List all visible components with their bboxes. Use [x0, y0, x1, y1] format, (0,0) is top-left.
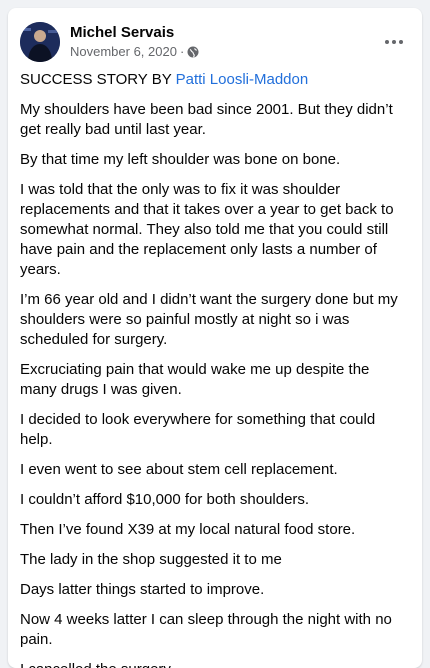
post-paragraph: I cancelled the surgery.: [20, 660, 410, 668]
post-paragraph: By that time my left shoulder was bone o…: [20, 151, 341, 168]
post-date[interactable]: November 6, 2020: [70, 44, 177, 59]
post-paragraph: I even went to see about stem cell repla…: [20, 461, 338, 478]
post-headline: SUCCESS STORY BY Patti Loosli-Maddon: [20, 70, 410, 90]
post-paragraph: I decided to look everywhere for somethi…: [20, 411, 376, 448]
mention-link[interactable]: Patti Loosli-Maddon: [176, 71, 309, 88]
avatar[interactable]: [20, 22, 60, 62]
globe-icon: [187, 46, 199, 58]
post-paragraph: I couldn’t afford $10,000 for both shoul…: [20, 491, 310, 508]
post-header: Michel Servais November 6, 2020 ·: [20, 20, 410, 64]
post-paragraph: The lady in the shop suggested it to me: [20, 551, 282, 568]
meta-separator: ·: [179, 44, 185, 59]
post-paragraph: Days latter things started to improve.: [20, 581, 265, 598]
post-paragraph: Now 4 weeks latter I can sleep through t…: [20, 611, 392, 648]
post-meta: November 6, 2020 ·: [70, 44, 199, 59]
post-paragraph: I was told that the only was to fix it w…: [20, 181, 394, 278]
post-paragraph: My shoulders have been bad since 2001. B…: [20, 101, 393, 138]
headline-prefix: SUCCESS STORY BY: [20, 71, 176, 88]
avatar-image: [20, 22, 60, 62]
more-options-icon[interactable]: [378, 26, 410, 58]
post-paragraph: Then I’ve found X39 at my local natural …: [20, 521, 356, 538]
author-name[interactable]: Michel Servais: [70, 24, 174, 41]
post-paragraph: Excruciating pain that would wake me up …: [20, 361, 370, 398]
post-card: Michel Servais November 6, 2020 · SUCCES…: [8, 8, 422, 668]
post-body: SUCCESS STORY BY Patti Loosli-Maddon My …: [20, 70, 410, 668]
post-paragraph: I’m 66 year old and I didn’t want the su…: [20, 291, 398, 348]
